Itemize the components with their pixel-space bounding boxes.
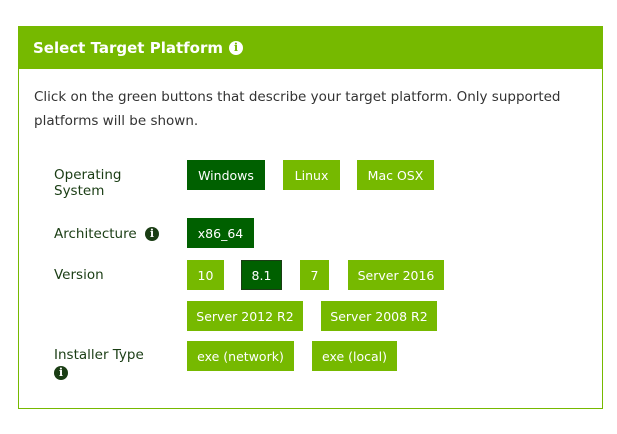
panel-title: Select Target Platform — [33, 39, 223, 57]
installer-exe-local-button[interactable]: exe (local) — [312, 341, 397, 371]
os-windows-button[interactable]: Windows — [187, 160, 265, 190]
installer-exe-network-button[interactable]: exe (network) — [187, 341, 294, 371]
installer-type-label-text: Installer Type — [54, 347, 144, 363]
panel-header: Select Target Platform i — [19, 27, 602, 69]
info-icon[interactable]: i — [144, 227, 159, 241]
target-platform-panel: Select Target Platform i Click on the gr… — [18, 26, 603, 409]
os-label: Operating System — [54, 167, 122, 199]
os-linux-button[interactable]: Linux — [283, 160, 340, 190]
info-icon[interactable]: i — [54, 366, 68, 380]
version-label: Version — [54, 267, 104, 283]
version-server-2012-r2-button[interactable]: Server 2012 R2 — [187, 301, 303, 331]
version-server-2008-r2-button[interactable]: Server 2008 R2 — [321, 301, 437, 331]
architecture-label-text: Architecture — [54, 226, 137, 242]
version-server-2016-button[interactable]: Server 2016 — [348, 260, 444, 290]
info-icon[interactable]: i — [228, 41, 243, 55]
description-text: Click on the green buttons that describe… — [34, 89, 561, 129]
arch-x86-64-button[interactable]: x86_64 — [187, 218, 254, 248]
version-7-button[interactable]: 7 — [300, 260, 329, 290]
architecture-label: Architecture i — [54, 226, 159, 242]
version-8-1-button[interactable]: 8.1 — [241, 260, 282, 290]
os-macosx-button[interactable]: Mac OSX — [357, 160, 434, 190]
version-10-button[interactable]: 10 — [187, 260, 224, 290]
installer-type-label: Installer Type i — [54, 347, 144, 380]
